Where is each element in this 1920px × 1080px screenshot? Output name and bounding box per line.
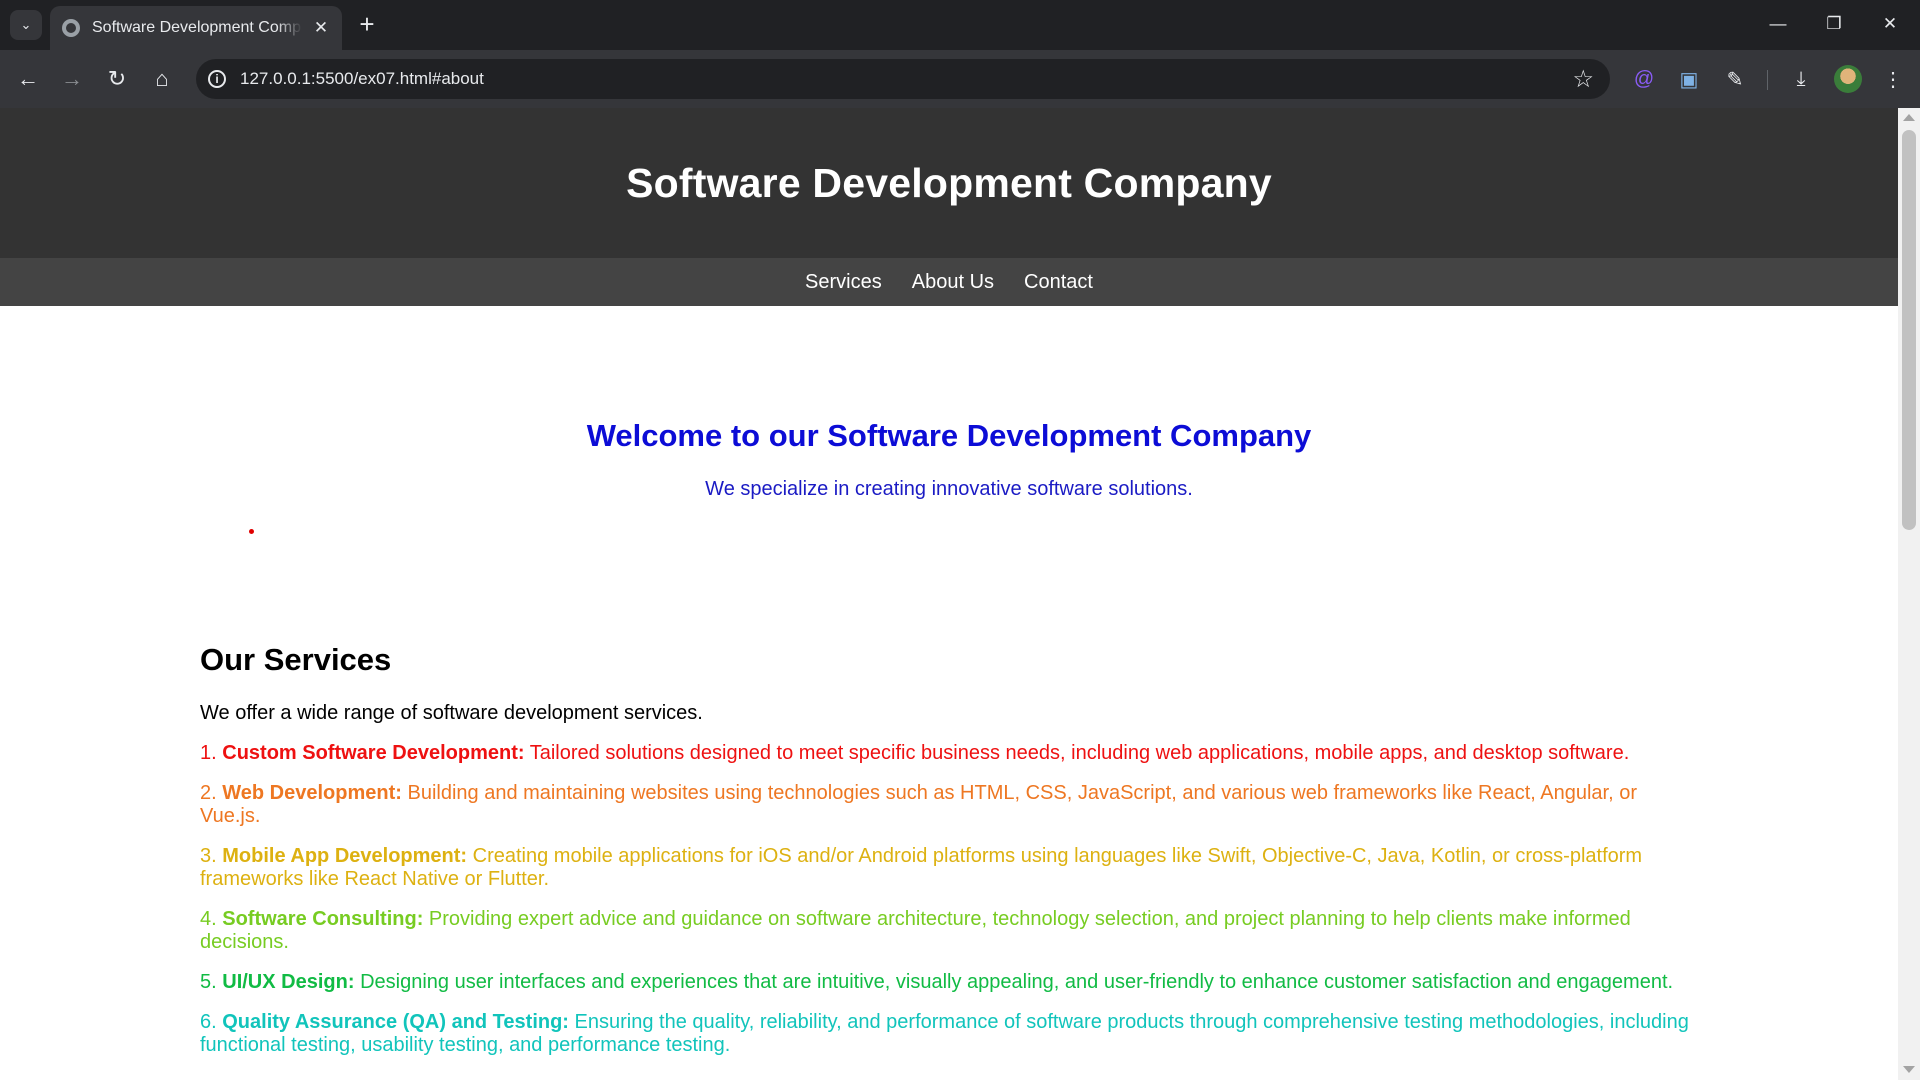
scroll-down-arrow-icon[interactable] <box>1903 1066 1915 1073</box>
close-icon[interactable]: ✕ <box>310 18 332 38</box>
site-header: Software Development Company <box>0 108 1898 258</box>
scroll-up-arrow-icon[interactable] <box>1903 114 1915 121</box>
service-number: 1. <box>200 742 217 764</box>
tab-strip: ⌄ Software Development Company ✕ + — ❐ ✕ <box>0 0 1920 50</box>
service-number: 5. <box>200 971 217 993</box>
forward-arrow-icon[interactable]: → <box>56 63 88 95</box>
page-viewport: Software Development Company Services Ab… <box>0 108 1898 1080</box>
chevron-down-icon: ⌄ <box>20 17 32 32</box>
menu-kebab-icon[interactable]: ⋮ <box>1879 65 1907 93</box>
url-text[interactable]: 127.0.0.1:5500/ex07.html#about <box>240 69 1572 89</box>
site-nav: Services About Us Contact <box>0 258 1898 306</box>
site-title: Software Development Company <box>626 159 1272 206</box>
window-close-icon[interactable]: ✕ <box>1866 6 1914 42</box>
service-number: 6. <box>200 1011 217 1033</box>
service-item: 6. Quality Assurance (QA) and Testing: E… <box>200 1011 1700 1057</box>
home-icon[interactable]: ⌂ <box>146 63 178 95</box>
hero-section: Welcome to our Software Development Comp… <box>0 306 1898 501</box>
service-item: 1. Custom Software Development: Tailored… <box>200 742 1700 765</box>
service-item: 2. Web Development: Building and maintai… <box>200 782 1700 828</box>
extensions-puzzle-icon[interactable]: ✎ <box>1721 65 1749 93</box>
nav-link-contact[interactable]: Contact <box>1024 271 1093 294</box>
browser-tab[interactable]: Software Development Company ✕ <box>50 6 342 50</box>
service-item: 5. UI/UX Design: Designing user interfac… <box>200 971 1700 994</box>
bookmark-star-icon[interactable]: ☆ <box>1572 65 1594 94</box>
service-title: Mobile App Development: <box>222 845 468 867</box>
address-bar[interactable]: i 127.0.0.1:5500/ex07.html#about ☆ <box>196 59 1610 99</box>
service-title: UI/UX Design: <box>222 971 355 993</box>
nav-link-services[interactable]: Services <box>805 271 882 294</box>
services-heading: Our Services <box>200 642 392 677</box>
red-dot <box>249 529 254 534</box>
service-number: 2. <box>200 782 217 804</box>
service-item: 4. Software Consulting: Providing expert… <box>200 908 1700 954</box>
download-icon[interactable]: ⤓ <box>1787 65 1815 93</box>
nav-link-about[interactable]: About Us <box>912 271 994 294</box>
site-info-icon[interactable]: i <box>208 70 226 88</box>
extension-at-icon[interactable]: @ <box>1630 65 1658 93</box>
extension-window-icon[interactable]: ▣ <box>1675 65 1703 93</box>
tab-title: Software Development Company <box>92 19 302 36</box>
scrollbar[interactable] <box>1898 108 1920 1080</box>
browser-toolbar: ← → ↻ ⌂ i 127.0.0.1:5500/ex07.html#about… <box>0 50 1920 108</box>
services-section: Our Services We offer a wide range of so… <box>200 642 1700 1057</box>
services-list: 1. Custom Software Development: Tailored… <box>200 742 1700 1057</box>
service-description: Building and maintaining websites using … <box>200 782 1637 827</box>
service-number: 3. <box>200 845 217 867</box>
reload-icon[interactable]: ↻ <box>101 63 133 95</box>
back-arrow-icon[interactable]: ← <box>12 63 44 95</box>
minimize-icon[interactable]: — <box>1754 6 1802 42</box>
service-title: Software Consulting: <box>222 908 424 930</box>
service-number: 4. <box>200 908 217 930</box>
service-description: Designing user interfaces and experience… <box>360 971 1674 993</box>
scroll-thumb[interactable] <box>1902 130 1916 530</box>
hero-subtitle: We specialize in creating innovative sof… <box>705 478 1193 500</box>
new-tab-button[interactable]: + <box>352 10 382 40</box>
service-title: Quality Assurance (QA) and Testing: <box>222 1011 569 1033</box>
service-item: 3. Mobile App Development: Creating mobi… <box>200 845 1700 891</box>
service-title: Custom Software Development: <box>222 742 525 764</box>
globe-icon <box>62 19 80 37</box>
toolbar-divider <box>1767 70 1768 90</box>
services-intro: We offer a wide range of software develo… <box>200 702 703 724</box>
restore-icon[interactable]: ❐ <box>1810 6 1858 42</box>
profile-avatar[interactable] <box>1834 65 1862 93</box>
service-description: Tailored solutions designed to meet spec… <box>529 742 1630 764</box>
tab-search-button[interactable]: ⌄ <box>10 10 42 40</box>
hero-heading: Welcome to our Software Development Comp… <box>586 418 1312 453</box>
service-title: Web Development: <box>222 782 402 804</box>
